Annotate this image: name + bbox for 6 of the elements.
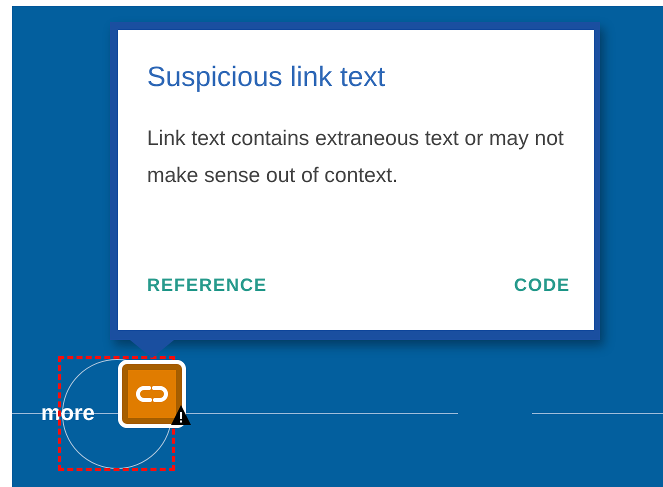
action-link[interactable]: REFERENCE: [147, 275, 268, 296]
popup-title: Suspicious link text: [147, 60, 386, 94]
action-link[interactable]: CODE: [514, 275, 570, 296]
popup-description: Link text contains extraneous text or may not make sense out of context.: [147, 126, 565, 189]
link-icon[interactable]: [118, 360, 186, 428]
warning-icon: [170, 404, 192, 426]
